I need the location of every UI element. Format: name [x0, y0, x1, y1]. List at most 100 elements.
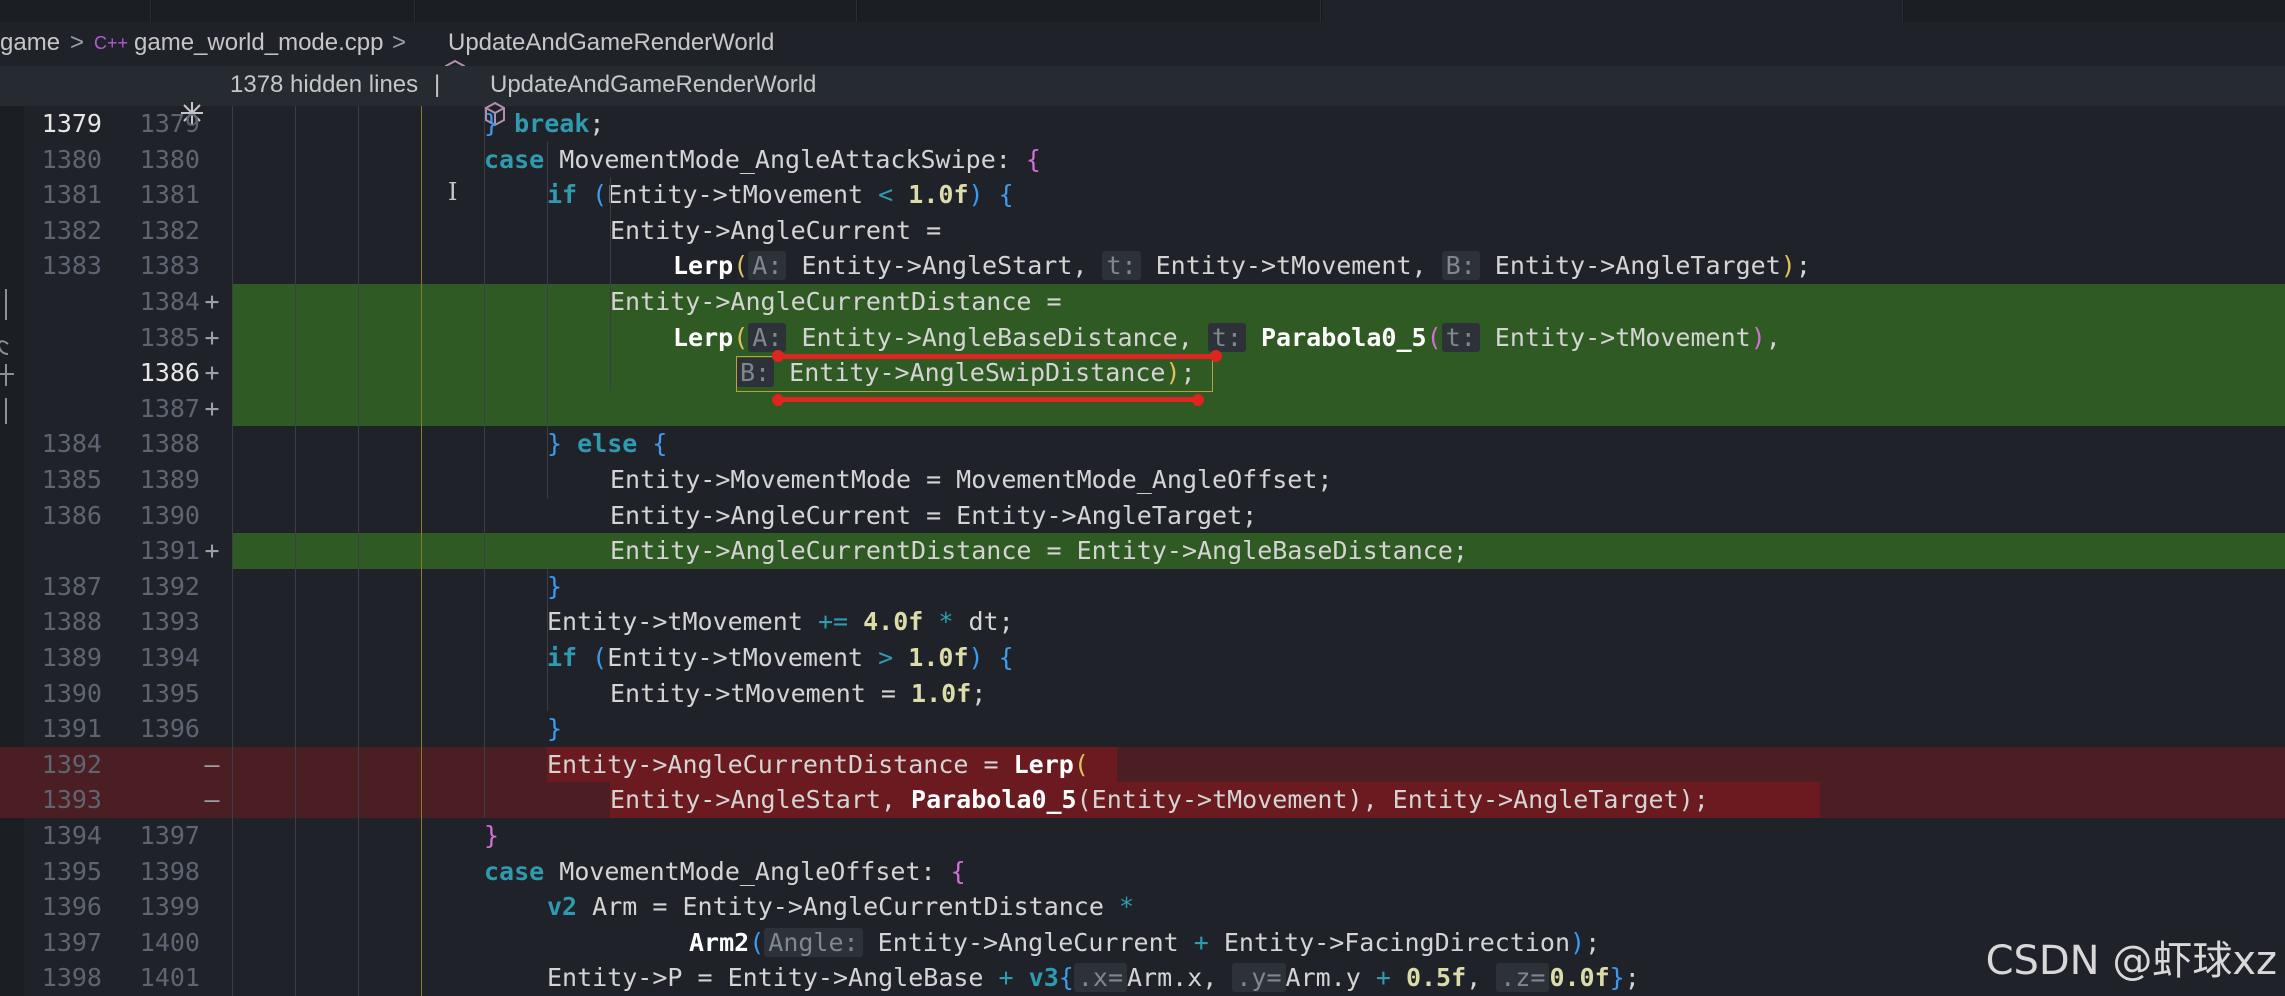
code-text[interactable]: Entity->tMovement += 4.0f * dt; [547, 604, 1014, 640]
code-text[interactable]: Entity->AngleCurrent = Entity->AngleTarg… [610, 498, 1257, 534]
code-text[interactable]: case MovementMode_AngleOffset: { [484, 854, 966, 890]
breadcrumb-symbol[interactable]: UpdateAndGameRenderWorld [448, 29, 774, 57]
code-line[interactable]: 1386 1390 Entity->AngleCurrent = Entity->A… [0, 498, 2285, 534]
code-token: ( [1426, 322, 1442, 352]
removed-line[interactable]: 1392 — Entity->AngleCurrentDistance = Lerp… [0, 746, 2285, 783]
code-token: Lerp [673, 322, 734, 352]
code-text[interactable]: } [547, 569, 562, 605]
added-line[interactable]: 1387 + [140, 390, 2285, 427]
code-text[interactable]: Entity->AngleStart, Parabola0_5(Entity->… [610, 782, 1709, 818]
inlay-hint: t: [1102, 251, 1141, 281]
code-text[interactable]: case MovementMode_AngleAttackSwipe: { [484, 142, 1041, 178]
code-text[interactable]: Entity->AngleCurrentDistance = Lerp( [547, 747, 1089, 783]
code-token: ; [1624, 963, 1640, 993]
code-token: f [1451, 963, 1467, 993]
code-text[interactable]: } break; [484, 106, 604, 142]
code-text[interactable]: Entity->tMovement = 1.0f; [610, 676, 986, 712]
code-token: } [547, 571, 563, 601]
code-text[interactable]: Arm2(Angle: Entity->AngleCurrent + Entit… [689, 925, 1600, 961]
code-token: { [998, 180, 1014, 210]
tab[interactable] [416, 0, 857, 22]
hidden-lines-label[interactable]: 1378 hidden lines [230, 71, 418, 99]
code-line[interactable]: 1384 1388} else { [0, 426, 2285, 462]
code-text[interactable]: Entity->MovementMode = MovementMode_Angl… [610, 462, 1332, 498]
code-text[interactable]: if (Entity->tMovement < 1.0f) { [547, 177, 1014, 213]
code-line[interactable]: 1379 1379} break; [0, 106, 2285, 142]
code-token: MovementMode_AngleOffset: [544, 856, 951, 886]
code-line[interactable]: 1388 1393 Entity->tMovement += 4.0f * dt; [0, 604, 2285, 640]
code-token: < [878, 180, 894, 210]
indent-guide [295, 106, 296, 996]
code-line[interactable]: 1385 1389 Entity->MovementMode = MovementM… [0, 462, 2285, 498]
code-line[interactable]: 1380 1380 case MovementMode_AngleAttackSwi… [0, 142, 2285, 178]
code-token: ) [968, 180, 984, 210]
breadcrumb-file[interactable]: game_world_mode.cpp [134, 29, 383, 57]
sticky-separator: | [434, 71, 441, 98]
code-text[interactable]: } else { [547, 426, 667, 462]
original-line-number: 1381 [41, 180, 102, 210]
modified-line-number: 1398 [139, 856, 200, 886]
code-token: Entity->tMovement [547, 607, 818, 637]
annotation-underline [778, 354, 1218, 359]
code-token: ) [968, 643, 984, 672]
code-token: { [1058, 963, 1074, 993]
modified-line-number: 1396 [139, 714, 200, 744]
added-line[interactable]: 1385 + Lerp(A: Entity->AngleBaseDistance, … [140, 319, 2285, 356]
code-line[interactable]: 1396 1399 v2 Arm = Entity->AngleCurrentDis… [0, 889, 2285, 925]
code-token: } [547, 429, 563, 459]
code-line[interactable]: 1397 1400 Arm2(Angle: Entity->AngleCurrent… [0, 925, 2285, 961]
added-marker: + [204, 358, 220, 388]
code-line[interactable]: 1383 1383 Lerp(A: Entity->AngleStart, t: E… [0, 248, 2285, 284]
code-text[interactable]: } [547, 711, 562, 747]
indent-guide [484, 106, 485, 818]
original-line-number: 1389 [41, 643, 102, 672]
tab[interactable] [152, 0, 415, 22]
tab-active[interactable] [1322, 0, 1903, 22]
code-text[interactable]: Entity->P = Entity->AngleBase + v3{.x= Ar… [547, 960, 1640, 996]
code-line[interactable]: 1394 1397} [0, 818, 2285, 854]
code-text[interactable]: Lerp(A: Entity->AngleStart, t: Entity->t… [673, 248, 1811, 284]
code-text[interactable]: Lerp(A: Entity->AngleBaseDistance, t: Pa… [673, 320, 1781, 356]
code-line[interactable]: 1382 1382 Entity->AngleCurrent = [0, 213, 2285, 249]
code-token: if [547, 643, 578, 672]
code-line[interactable]: 1398 1401 Entity->P = Entity->AngleBase + … [0, 960, 2285, 996]
code-token: { [950, 856, 966, 886]
code-token: ( [592, 180, 608, 210]
code-text[interactable]: v2 Arm = Entity->AngleCurrentDistance * [547, 889, 1134, 925]
breadcrumb-root[interactable]: game [0, 29, 60, 57]
code-token: ) [1570, 927, 1586, 957]
code-text[interactable]: Entity->AngleCurrentDistance = [610, 284, 1062, 320]
code-token: Entity->AngleBaseDistance, [786, 322, 1208, 352]
modified-line-number: 1382 [139, 215, 200, 245]
added-line[interactable]: 1384 + Entity->AngleCurrentDistance = [140, 284, 2285, 320]
code-text[interactable]: if (Entity->tMovement > 1.0f) { [547, 640, 1014, 676]
code-token: Entity->MovementMode = MovementMode_Angl… [610, 465, 1333, 494]
removed-line[interactable]: 1393 — Entity->AngleStart, Parabola0_5(Ent… [0, 782, 2285, 818]
code-line[interactable]: 1390 1395 Entity->tMovement = 1.0f; [0, 676, 2285, 712]
code-line[interactable]: 1389 1394 if (Entity->tMovement > 1.0f) { [0, 640, 2285, 676]
modified-line-number: 1386 [139, 358, 200, 388]
code-token: Entity->tMovement [607, 643, 879, 672]
tab[interactable] [1904, 0, 2285, 22]
code-line[interactable]: 1387 1392} [0, 569, 2285, 605]
code-token: v3 [1028, 963, 1059, 993]
code-text[interactable]: Entity->AngleCurrent = [610, 213, 941, 249]
code-line[interactable]: 1391 1396} [0, 711, 2285, 747]
code-text[interactable]: Entity->AngleCurrentDistance = Entity->A… [610, 533, 1468, 569]
code-line[interactable]: 1395 1398 case MovementMode_AngleOffset: { [0, 854, 2285, 890]
tab[interactable] [858, 0, 1321, 22]
diff-editor[interactable]: 1379 1379} break; 1380 1380 case MovementMod… [0, 106, 2285, 996]
tab[interactable] [0, 0, 151, 22]
code-line[interactable]: 1381 1381 if (Entity->tMovement < 1.0f) { [0, 177, 2285, 213]
code-text[interactable]: } [484, 818, 499, 854]
modified-line-number: 1384 [139, 287, 200, 316]
added-line[interactable]: 1386 + B: Entity->AngleSwipDistance); [140, 355, 2285, 391]
annotation-dot [772, 394, 784, 406]
sticky-symbol[interactable]: UpdateAndGameRenderWorld [490, 71, 816, 99]
added-line[interactable]: 1391 + Entity->AngleCurrentDistance = Enti… [140, 533, 2285, 569]
code-token: ( [733, 251, 749, 281]
